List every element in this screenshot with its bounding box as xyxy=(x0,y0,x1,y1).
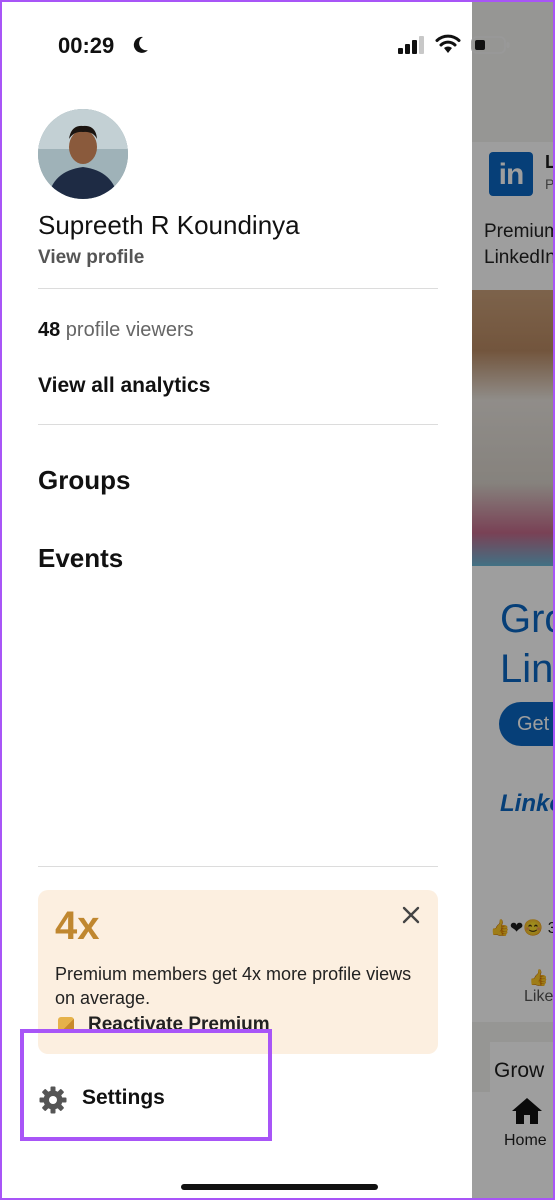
status-bar: 00:29 xyxy=(2,2,553,82)
thumbs-up-icon: 👍 xyxy=(528,970,549,987)
moon-icon xyxy=(133,36,148,53)
nav-home-label[interactable]: Home xyxy=(504,1132,547,1150)
reaction-icons: 👍❤😊 xyxy=(490,920,544,937)
view-all-analytics-link[interactable]: View all analytics xyxy=(38,374,210,398)
feed-card-text-line1: Premium xyxy=(484,221,555,242)
home-icon[interactable] xyxy=(510,1096,544,1126)
tab-grow[interactable]: Grow xyxy=(490,1042,553,1094)
linkedin-wordmark: Linke xyxy=(500,790,553,817)
get-button[interactable]: Get xyxy=(499,702,553,746)
promo-body: Premium members get 4x more profile view… xyxy=(55,964,412,1008)
cellular-signal-icon xyxy=(398,36,424,54)
menu-item-events[interactable]: Events xyxy=(38,543,123,574)
home-indicator[interactable] xyxy=(181,1184,378,1190)
reaction-count: 3 xyxy=(548,920,553,937)
wifi-icon xyxy=(435,34,461,53)
gear-icon xyxy=(39,1086,67,1114)
close-icon[interactable] xyxy=(400,904,422,926)
settings-label: Settings xyxy=(82,1086,165,1109)
avatar-photo-icon xyxy=(38,109,128,199)
linkedin-logo-icon: in xyxy=(489,152,533,196)
feed-card xyxy=(472,142,553,1022)
menu-item-groups[interactable]: Groups xyxy=(38,465,130,496)
battery-icon xyxy=(471,36,510,54)
feed-card-text-line2: LinkedIn xyxy=(484,247,555,268)
profile-name[interactable]: Supreeth R Koundinya xyxy=(38,210,300,241)
status-time: 00:29 xyxy=(58,33,115,58)
divider xyxy=(38,424,438,425)
feed-card-image xyxy=(472,290,553,566)
screen-frame: in L P Premium LinkedIn Gro Link Get Lin… xyxy=(0,0,555,1200)
view-profile-link[interactable]: View profile xyxy=(38,247,144,269)
feed-card-subtitle: P xyxy=(545,176,555,192)
like-label: Like xyxy=(524,988,554,1005)
feed-card-text: Premium LinkedIn xyxy=(484,219,555,271)
ad-headline-line2: Link xyxy=(500,647,554,691)
background-feed[interactable]: in L P Premium LinkedIn Gro Link Get Lin… xyxy=(472,2,555,1198)
like-button[interactable]: 👍 Like xyxy=(524,968,553,1006)
promo-headline: 4x xyxy=(55,904,100,948)
avatar[interactable] xyxy=(38,109,128,199)
viewers-count: 48 xyxy=(38,319,61,341)
divider xyxy=(38,288,438,289)
side-drawer: Supreeth R Koundinya View profile 48 pro… xyxy=(2,2,472,1198)
divider xyxy=(38,866,438,867)
profile-viewers[interactable]: 48 profile viewers xyxy=(38,319,194,342)
reactions-row[interactable]: 👍❤😊 3 xyxy=(490,918,553,938)
feed-card-title: L xyxy=(545,152,555,172)
viewers-label: profile viewers xyxy=(60,319,194,341)
ad-headline-line1: Gro xyxy=(500,597,553,641)
ad-headline: Gro Link xyxy=(500,594,554,694)
